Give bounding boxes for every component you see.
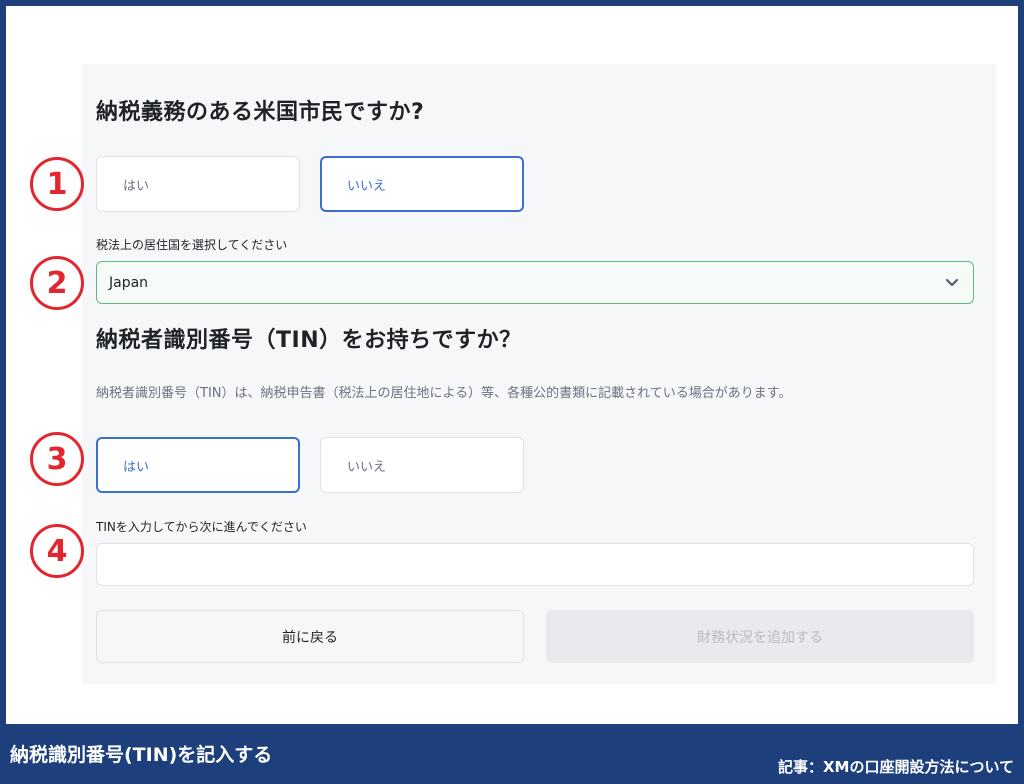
chevron-down-icon [945,276,959,290]
caption-article-link: 記事：XMの口座開設方法について [777,758,1014,776]
tax-form-panel: 納税義務のある米国市民ですか? はい いいえ 税法上の居住国を選択してください … [82,64,996,684]
tin-description: 納税者識別番号（TIN）は、納税申告書（税法上の居住地による）等、各種公的書類に… [96,386,792,401]
tax-country-value: Japan [109,274,149,291]
tax-country-label: 税法上の居住国を選択してください [96,238,288,252]
us-citizen-no-option[interactable]: いいえ [320,156,524,212]
tin-question: 納税者識別番号（TIN）をお持ちですか？ [96,328,522,353]
back-button[interactable]: 前に戻る [96,610,524,663]
has-tin-yes-option[interactable]: はい [96,437,300,493]
tax-country-select[interactable]: Japan [96,261,974,304]
caption-title: 納税識別番号(TIN)を記入する [10,744,273,766]
step-marker-1: 1 [30,157,84,211]
screenshot-frame: 納税義務のある米国市民ですか? はい いいえ 税法上の居住国を選択してください … [6,6,1018,724]
step-marker-3: 3 [30,432,84,486]
step-marker-4: 4 [30,524,84,578]
tin-input-label: TINを入力してから次に進んでください [96,520,307,534]
us-citizen-yes-option[interactable]: はい [96,156,300,212]
step-marker-2: 2 [30,256,84,310]
has-tin-no-option[interactable]: いいえ [320,437,524,493]
add-financial-status-button[interactable]: 財務状況を追加する [546,610,974,663]
us-citizen-question: 納税義務のある米国市民ですか? [96,100,425,125]
tin-input[interactable] [96,543,974,586]
